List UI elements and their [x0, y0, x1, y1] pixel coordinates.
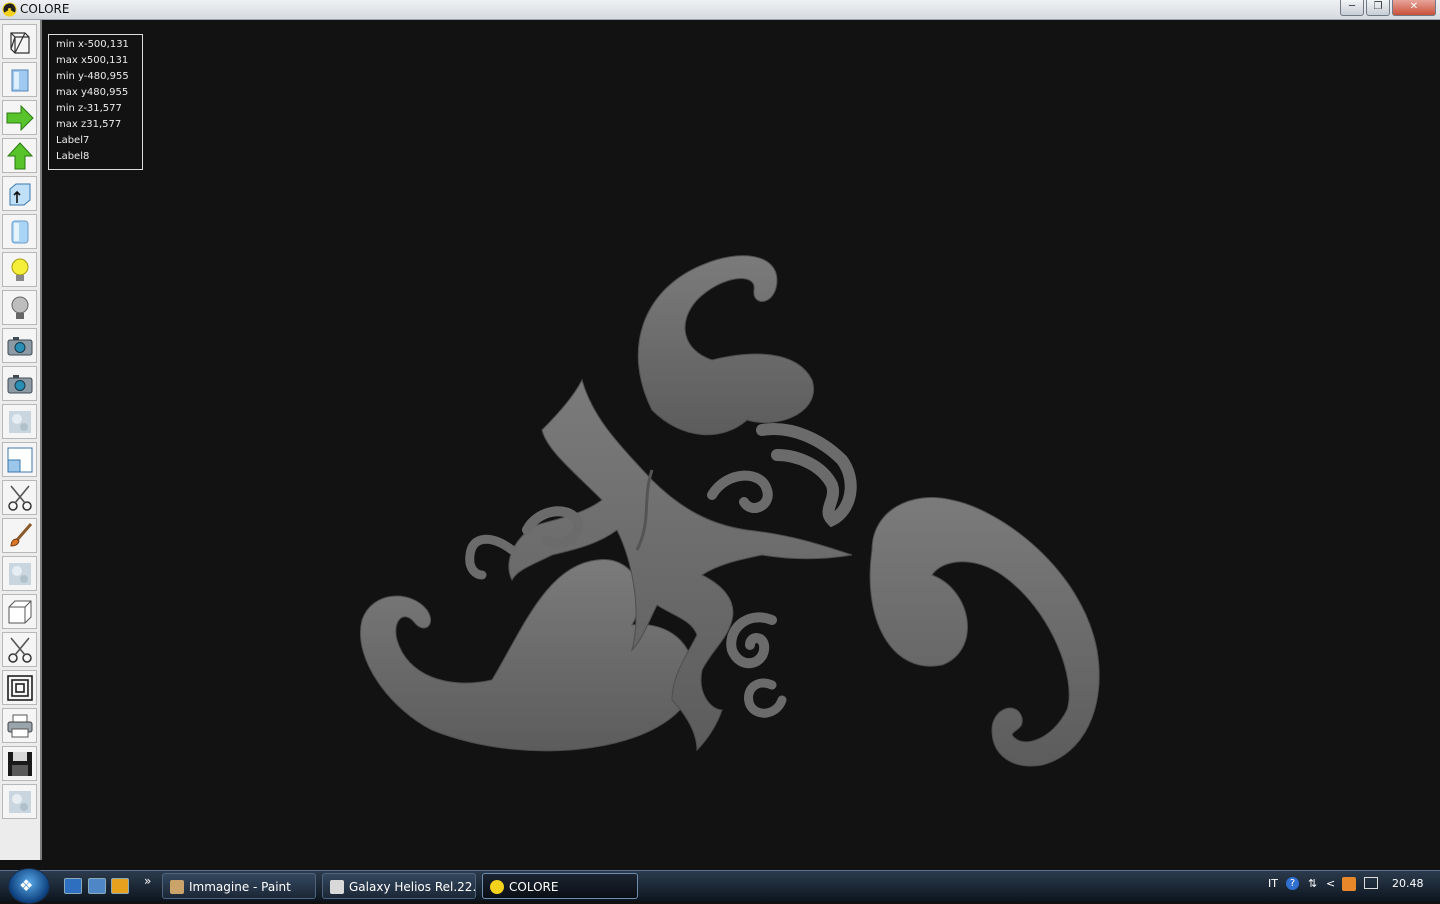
- window-title: COLORE: [20, 2, 70, 16]
- task-galaxy-helios[interactable]: Galaxy Helios Rel.22...: [322, 873, 476, 899]
- light-on-icon: [11, 258, 28, 281]
- wireframe-button[interactable]: [2, 24, 37, 59]
- tray-app-icon[interactable]: [1342, 877, 1356, 891]
- arrow-up-icon: [6, 141, 33, 169]
- 3d-viewport[interactable]: min x-500,131 max x500,131 min y-480,955…: [42, 20, 1440, 870]
- show-desktop-icon[interactable]: [64, 878, 82, 894]
- solid-view-icon: [11, 69, 28, 91]
- printer-icon: [7, 714, 32, 737]
- info-min-z: min z-31,577: [56, 103, 122, 114]
- camera-2-icon: [7, 374, 32, 393]
- concentric-squares-icon: [6, 674, 33, 701]
- language-indicator[interactable]: IT: [1268, 877, 1278, 890]
- clock[interactable]: 20.48: [1392, 877, 1424, 890]
- minimize-button[interactable]: ─: [1340, 0, 1364, 16]
- help-icon[interactable]: ?: [1286, 877, 1299, 890]
- cylinder-button[interactable]: [2, 214, 37, 249]
- save-button[interactable]: [2, 746, 37, 781]
- camera-button[interactable]: [2, 328, 37, 363]
- extrude-button[interactable]: [2, 176, 37, 211]
- paint-icon: [170, 880, 184, 894]
- tool-palette: [0, 20, 42, 860]
- camera-icon: [7, 336, 32, 355]
- window-button[interactable]: [2, 442, 37, 477]
- concentric-squares-button[interactable]: [2, 670, 37, 705]
- light-on-button[interactable]: [2, 252, 37, 287]
- task-colore[interactable]: COLORE: [482, 873, 638, 899]
- solid-view-button[interactable]: [2, 62, 37, 97]
- floppy-save-icon: [7, 751, 32, 776]
- arrow-right-icon: [6, 104, 34, 131]
- scissors-2-icon: [7, 636, 32, 663]
- start-button[interactable]: ❖: [8, 868, 50, 904]
- scissors-button[interactable]: [2, 480, 37, 515]
- quick-launch-overflow-icon[interactable]: »: [144, 874, 151, 888]
- info-min-y: min y-480,955: [56, 71, 129, 82]
- info-label8: Label8: [56, 151, 90, 162]
- scissors-icon: [7, 484, 32, 511]
- task-label: Immagine - Paint: [189, 880, 291, 894]
- radiation-icon: [490, 880, 504, 894]
- network-icon[interactable]: ⇅: [1308, 877, 1317, 890]
- info-min-x: min x-500,131: [56, 39, 129, 50]
- texture-3-icon: [8, 790, 31, 813]
- task-paint[interactable]: Immagine - Paint: [162, 873, 316, 899]
- bounds-info-panel: min x-500,131 max x500,131 min y-480,955…: [48, 34, 143, 170]
- brush-button[interactable]: [2, 518, 37, 553]
- texture-2-button[interactable]: [2, 556, 37, 591]
- system-tray: IT ? ⇅ < 20.48: [1260, 871, 1440, 901]
- texture-icon: [8, 410, 31, 433]
- taskbar: ❖ » Immagine - Paint Galaxy Helios Rel.2…: [0, 868, 1440, 904]
- 3d-model-ornament: [360, 255, 1100, 767]
- scissors-2-button[interactable]: [2, 632, 37, 667]
- title-bar: COLORE ─ ❐ ✕: [0, 0, 1440, 20]
- box-icon: [8, 600, 31, 623]
- texture-3-button[interactable]: [2, 784, 37, 819]
- task-label: COLORE: [509, 880, 559, 894]
- switch-windows-icon[interactable]: [88, 878, 106, 894]
- wireframe-icon: [9, 31, 30, 54]
- info-max-y: max y480,955: [56, 87, 129, 98]
- info-max-x: max x500,131: [56, 55, 129, 66]
- folder-icon: [330, 880, 344, 894]
- arrow-up-button[interactable]: [2, 138, 37, 173]
- close-button[interactable]: ✕: [1392, 0, 1436, 16]
- windows-logo-icon: ❖: [19, 876, 34, 895]
- extrude-icon: [9, 183, 30, 205]
- texture-2-icon: [8, 562, 31, 585]
- chevron-left-icon[interactable]: <: [1326, 877, 1335, 890]
- radiation-icon: [2, 2, 17, 17]
- info-label7: Label7: [56, 135, 90, 146]
- light-off-button[interactable]: [2, 290, 37, 325]
- texture-button[interactable]: [2, 404, 37, 439]
- light-off-icon: [11, 296, 28, 319]
- printer-button[interactable]: [2, 708, 37, 743]
- media-player-icon[interactable]: [111, 878, 129, 894]
- window-icon: [7, 447, 32, 472]
- network-disconnected-icon[interactable]: [1364, 877, 1378, 889]
- camera-2-button[interactable]: [2, 366, 37, 401]
- task-label: Galaxy Helios Rel.22...: [349, 880, 476, 894]
- cylinder-icon: [11, 220, 28, 243]
- brush-icon: [9, 522, 32, 547]
- box-button[interactable]: [2, 594, 37, 629]
- maximize-button[interactable]: ❐: [1366, 0, 1390, 16]
- info-max-z: max z31,577: [56, 119, 122, 130]
- arrow-right-button[interactable]: [2, 100, 37, 135]
